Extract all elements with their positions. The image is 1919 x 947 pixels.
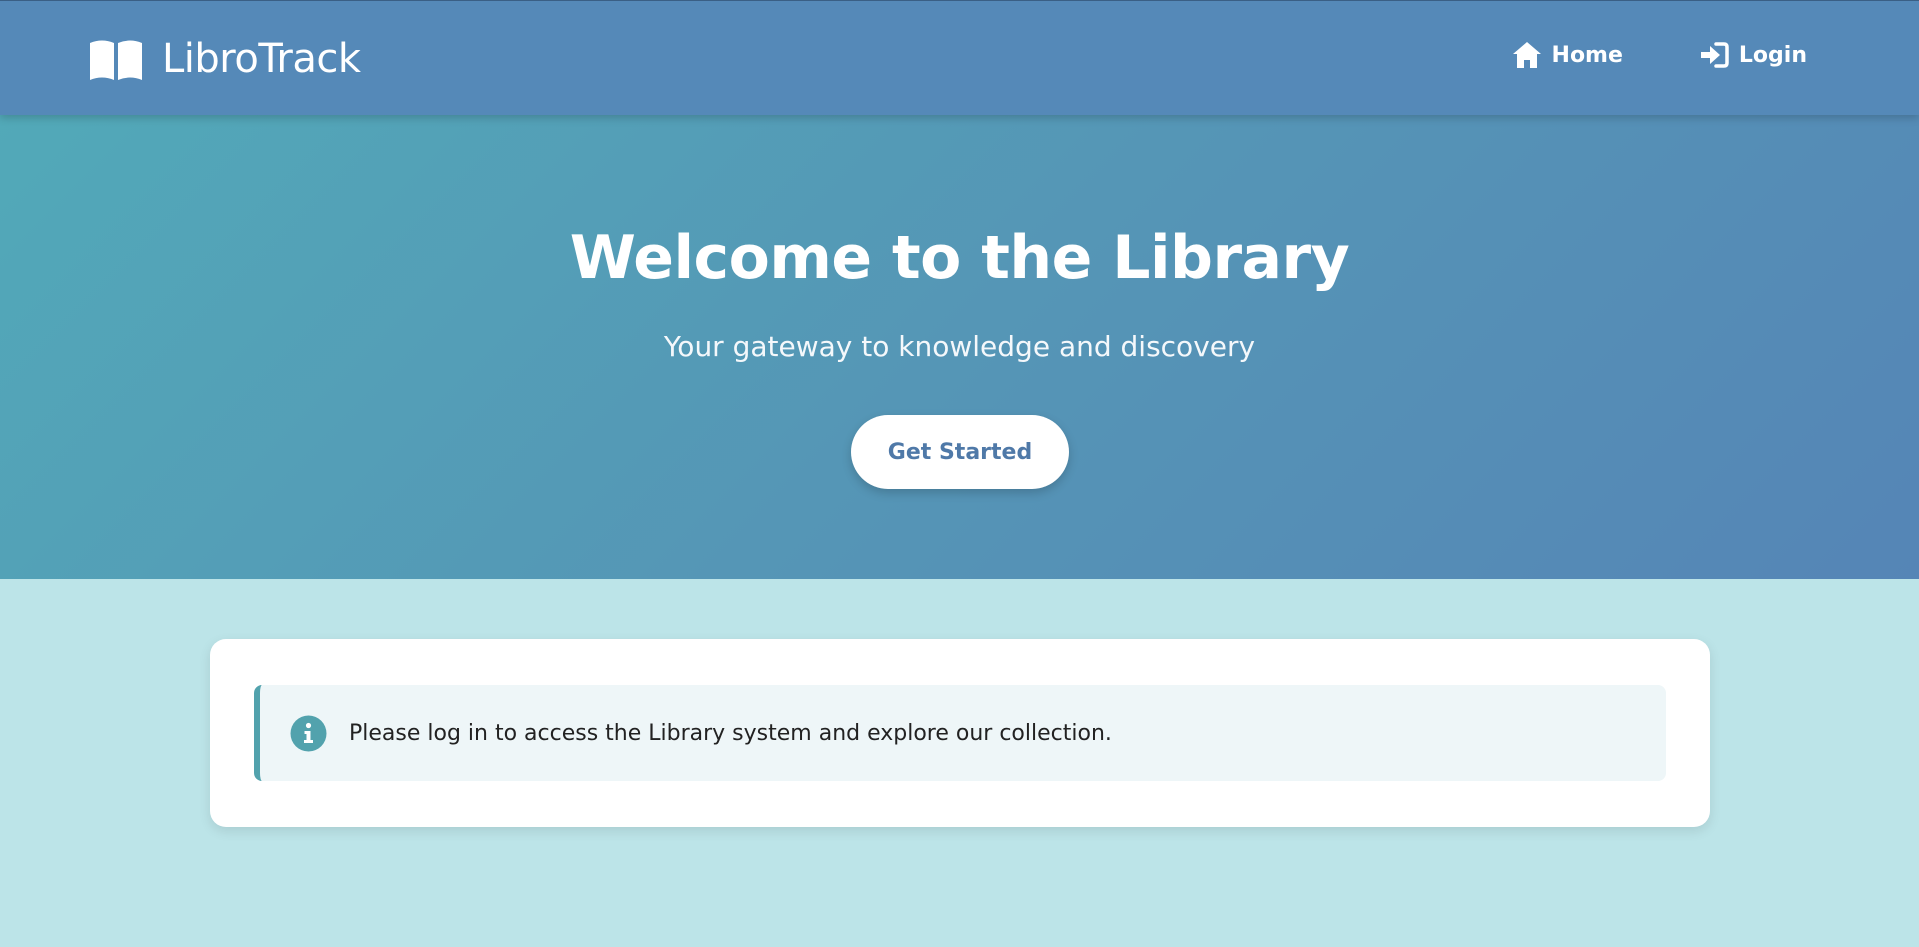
get-started-button[interactable]: Get Started bbox=[851, 415, 1069, 489]
brand-name: LibroTrack bbox=[162, 36, 361, 82]
hero-subtitle: Your gateway to knowledge and discovery bbox=[663, 330, 1256, 363]
nav-home-link[interactable]: Home bbox=[1512, 41, 1623, 69]
notice-card: Please log in to access the Library syst… bbox=[210, 639, 1710, 827]
home-icon bbox=[1512, 42, 1541, 68]
navbar: LibroTrack Home Login bbox=[0, 0, 1919, 115]
notice-text: Please log in to access the Library syst… bbox=[349, 720, 1112, 746]
info-icon bbox=[290, 715, 327, 751]
nav-login-label: Login bbox=[1738, 42, 1807, 68]
nav-links: Home Login bbox=[1436, 41, 1807, 69]
nav-home-label: Home bbox=[1551, 42, 1623, 68]
open-book-icon bbox=[90, 40, 142, 80]
nav-login-link[interactable]: Login bbox=[1699, 41, 1807, 69]
login-notice-alert: Please log in to access the Library syst… bbox=[254, 685, 1666, 781]
hero-section: Welcome to the Library Your gateway to k… bbox=[0, 115, 1919, 579]
hero-title: Welcome to the Library bbox=[569, 223, 1350, 293]
login-icon bbox=[1700, 42, 1729, 68]
brand-link[interactable]: LibroTrack bbox=[88, 35, 361, 83]
